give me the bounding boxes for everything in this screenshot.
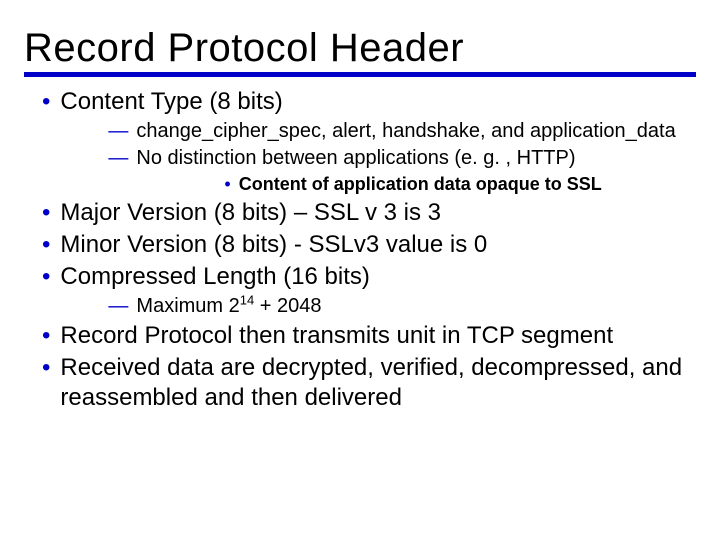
text-suffix: + 2048 (254, 295, 321, 317)
list-item: • Compressed Length (16 bits) — Maximum … (24, 262, 696, 319)
list-item-text: Minor Version (8 bits) - SSLv3 value is … (60, 230, 696, 260)
list-item: • Content Type (8 bits) — change_cipher_… (24, 87, 696, 196)
list-item-text: change_cipher_spec, alert, handshake, an… (136, 119, 696, 144)
list-item: — change_cipher_spec, alert, handshake, … (60, 119, 696, 144)
dash-icon: — (60, 119, 136, 144)
bullet-list: • Content of application data opaque to … (136, 173, 696, 196)
list-item: • Record Protocol then transmits unit in… (24, 321, 696, 351)
superscript: 14 (240, 292, 254, 307)
list-item-text: Maximum 214 + 2048 (136, 294, 696, 319)
text: Content Type (8 bits) (60, 88, 282, 115)
dash-icon: — (60, 294, 136, 319)
bullet-icon: • (24, 321, 60, 351)
list-item: • Content of application data opaque to … (136, 173, 696, 196)
list-item-text: Received data are decrypted, verified, d… (60, 353, 696, 413)
bullet-icon: • (24, 198, 60, 228)
bullet-list: — change_cipher_spec, alert, handshake, … (60, 119, 696, 196)
slide: Record Protocol Header • Content Type (8… (0, 0, 720, 540)
slide-title: Record Protocol Header (24, 28, 696, 68)
list-item-text: Content Type (8 bits) — change_cipher_sp… (60, 87, 696, 196)
list-item-text: No distinction between applications (e. … (136, 146, 696, 196)
text: Compressed Length (16 bits) (60, 263, 370, 290)
text: No distinction between applications (e. … (136, 147, 575, 169)
list-item: • Major Version (8 bits) – SSL v 3 is 3 (24, 198, 696, 228)
list-item-text: Major Version (8 bits) – SSL v 3 is 3 (60, 198, 696, 228)
bullet-icon: • (24, 353, 60, 413)
list-item: • Minor Version (8 bits) - SSLv3 value i… (24, 230, 696, 260)
dash-icon: — (60, 146, 136, 196)
list-item-text: Content of application data opaque to SS… (239, 173, 696, 196)
bullet-icon: • (24, 262, 60, 319)
bullet-icon: • (136, 173, 238, 196)
list-item-text: Compressed Length (16 bits) — Maximum 21… (60, 262, 696, 319)
bullet-list: • Content Type (8 bits) — change_cipher_… (24, 87, 696, 413)
list-item: — No distinction between applications (e… (60, 146, 696, 196)
text-prefix: Maximum 2 (136, 295, 239, 317)
bullet-list: — Maximum 214 + 2048 (60, 294, 696, 319)
list-item-text: Record Protocol then transmits unit in T… (60, 321, 696, 351)
title-divider (24, 72, 696, 77)
bullet-icon: • (24, 230, 60, 260)
list-item: • Received data are decrypted, verified,… (24, 353, 696, 413)
bullet-icon: • (24, 87, 60, 196)
list-item: — Maximum 214 + 2048 (60, 294, 696, 319)
